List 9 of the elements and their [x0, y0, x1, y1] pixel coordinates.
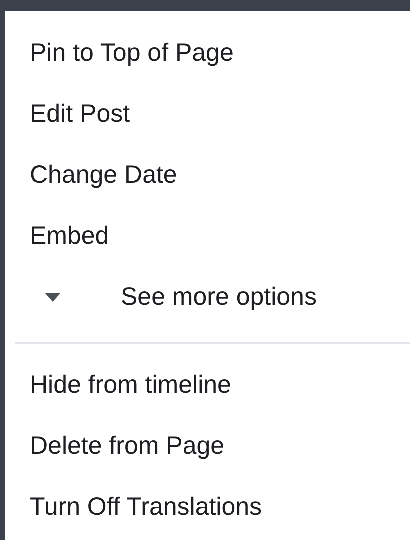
- menu-item[interactable]: Delete from Page: [5, 416, 410, 477]
- menu-item[interactable]: Hide from timeline: [5, 355, 410, 416]
- menu-item[interactable]: Change Date: [5, 145, 410, 206]
- menu-item[interactable]: Turn Off Translations: [5, 477, 410, 538]
- caret-icon: [45, 293, 61, 302]
- see-more-link[interactable]: See more options: [121, 283, 317, 312]
- menu-item[interactable]: Edit Post: [5, 84, 410, 145]
- menu-item[interactable]: Pin to Top of Page: [5, 23, 410, 84]
- menu-item[interactable]: Embed: [5, 206, 410, 267]
